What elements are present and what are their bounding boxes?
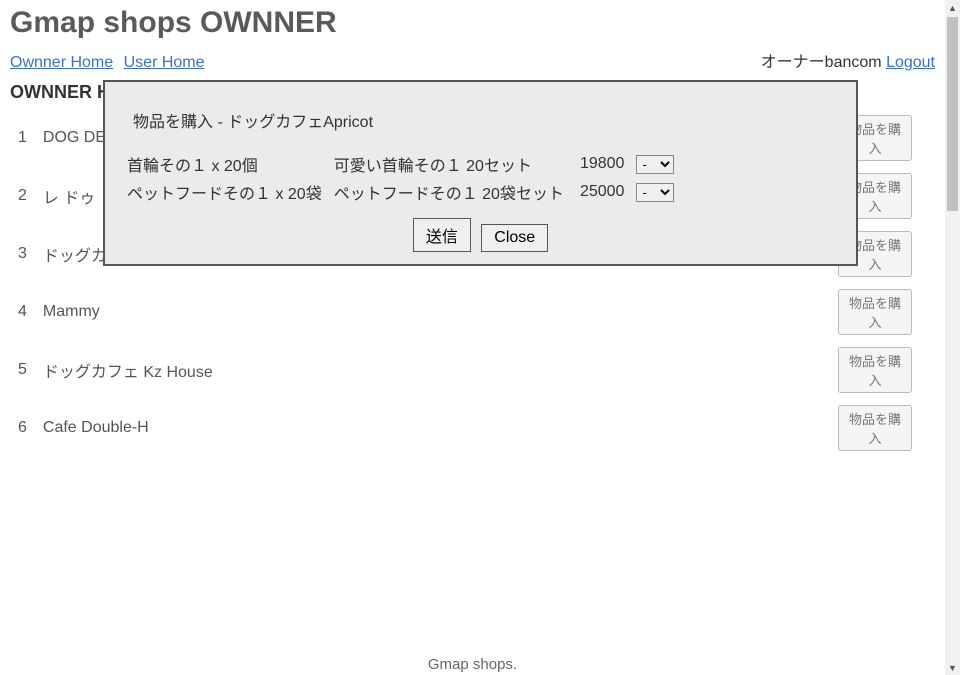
row-index: 4	[10, 283, 35, 341]
shop-name: Cafe Double-H	[35, 399, 830, 457]
header-bar: Ownner Home User Home オーナーbancom Logout	[10, 48, 935, 72]
row-index: 3	[10, 225, 35, 283]
shop-name: Mammy	[35, 283, 830, 341]
user-home-link[interactable]: User Home	[124, 54, 205, 71]
modal-title: 物品を購入 - ドッグカフェApricot	[133, 108, 840, 132]
item-row: ペットフードその１ x 20袋 ペットフードその１ 20袋セット 25000 -	[121, 178, 680, 206]
table-row: 4 Mammy 物品を購入	[10, 283, 920, 341]
buy-button[interactable]: 物品を購入	[838, 289, 912, 335]
item-price: 25000	[570, 178, 631, 206]
modal-items-table: 首輪その１ x 20個 可愛い首輪その１ 20セット 19800 - ペットフー…	[121, 150, 680, 206]
page-title: Gmap shops OWNNER	[10, 6, 935, 40]
row-index: 5	[10, 341, 35, 399]
purchase-modal: 物品を購入 - ドッグカフェApricot 首輪その１ x 20個 可愛い首輪そ…	[103, 80, 858, 266]
row-index: 1	[10, 109, 35, 167]
scroll-up-arrow-icon[interactable]: ▲	[945, 0, 960, 15]
qty-select[interactable]: -	[636, 183, 674, 202]
item-desc: ペットフードその１ 20袋セット	[328, 178, 570, 206]
item-desc: 可愛い首輪その１ 20セット	[328, 150, 570, 178]
owner-name-label: オーナーbancom	[761, 54, 882, 71]
row-index: 2	[10, 167, 35, 225]
item-spec: ペットフードその１ x 20袋	[121, 178, 328, 206]
shop-name: ドッグカフェ Kz House	[35, 341, 830, 399]
item-spec: 首輪その１ x 20個	[121, 150, 328, 178]
buy-button[interactable]: 物品を購入	[838, 405, 912, 451]
row-index: 6	[10, 399, 35, 457]
submit-button[interactable]: 送信	[413, 218, 471, 252]
nav-links: Ownner Home User Home	[10, 54, 211, 72]
user-area: オーナーbancom Logout	[761, 48, 935, 72]
footer-text: Gmap shops.	[0, 656, 945, 673]
modal-button-bar: 送信 Close	[121, 218, 840, 252]
scrollbar-track[interactable]: ▲ ▼	[945, 0, 960, 675]
item-price: 19800	[570, 150, 631, 178]
ownner-home-link[interactable]: Ownner Home	[10, 54, 113, 71]
qty-select[interactable]: -	[636, 155, 674, 174]
close-button[interactable]: Close	[481, 224, 548, 252]
table-row: 5 ドッグカフェ Kz House 物品を購入	[10, 341, 920, 399]
scrollbar-thumb[interactable]	[947, 17, 958, 211]
scroll-down-arrow-icon[interactable]: ▼	[945, 660, 960, 675]
buy-button[interactable]: 物品を購入	[838, 347, 912, 393]
item-row: 首輪その１ x 20個 可愛い首輪その１ 20セット 19800 -	[121, 150, 680, 178]
logout-link[interactable]: Logout	[886, 54, 935, 71]
table-row: 6 Cafe Double-H 物品を購入	[10, 399, 920, 457]
